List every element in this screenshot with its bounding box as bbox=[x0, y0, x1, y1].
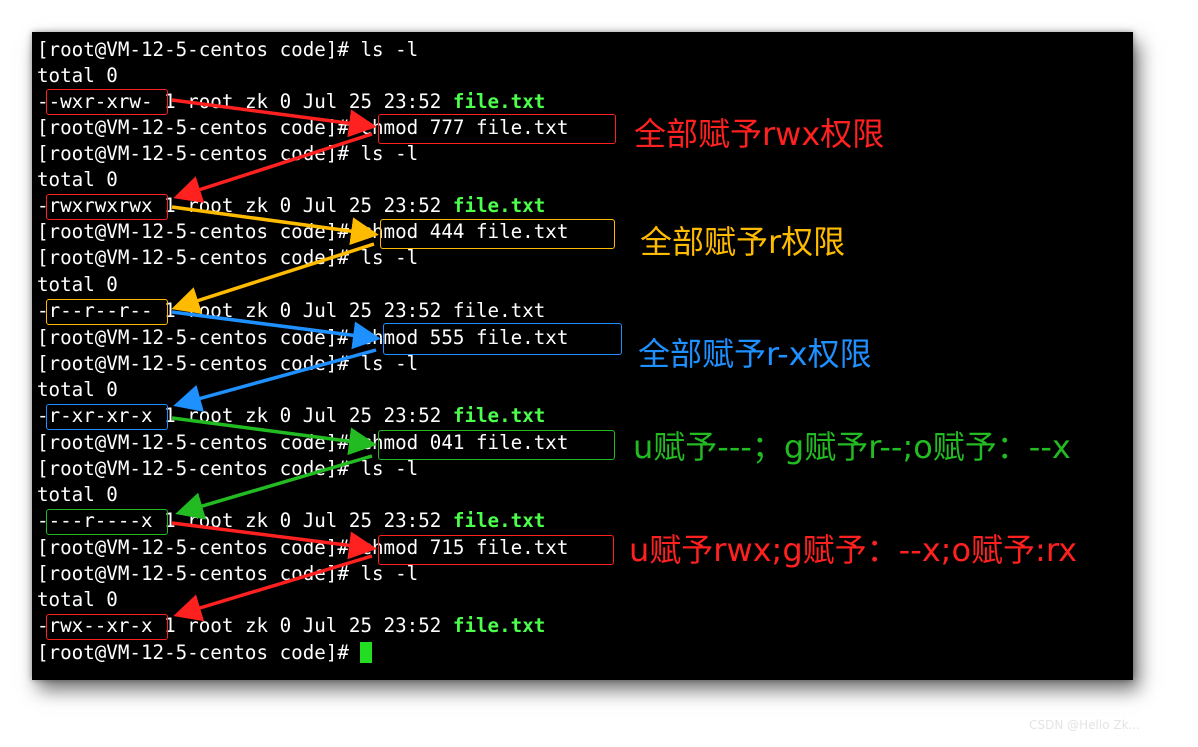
terminal-line: total 0 bbox=[37, 483, 118, 506]
command-highlight-box bbox=[378, 535, 614, 565]
terminal-line: total 0 bbox=[37, 378, 118, 401]
command-highlight-box bbox=[378, 430, 615, 460]
file-name: file.txt bbox=[452, 404, 546, 427]
file-name: file.txt bbox=[452, 90, 546, 113]
annotation-note: u赋予rwx;g赋予：--x;o赋予:rx bbox=[629, 531, 1078, 569]
command-highlight-box bbox=[380, 219, 615, 249]
permission-highlight-box bbox=[46, 404, 168, 430]
terminal-line: [root@VM-12-5-centos code]# ls -l bbox=[37, 38, 419, 61]
permission-highlight-box bbox=[46, 89, 168, 115]
terminal-line: [root@VM-12-5-centos code]# ls -l bbox=[37, 562, 419, 585]
terminal-line: total 0 bbox=[37, 273, 118, 296]
terminal-line: [root@VM-12-5-centos code]# ls -l bbox=[37, 246, 419, 269]
annotation-note: u赋予---；g赋予r--;o赋予：--x bbox=[633, 428, 1071, 466]
permission-highlight-box bbox=[46, 509, 168, 535]
command-highlight-box bbox=[378, 114, 616, 144]
permission-highlight-box bbox=[46, 299, 168, 325]
watermark: CSDN @Hello Zk... bbox=[1029, 718, 1140, 732]
permission-highlight-box bbox=[46, 614, 168, 640]
terminal-line: total 0 bbox=[37, 64, 118, 87]
terminal-line: total 0 bbox=[37, 168, 118, 191]
file-name: file.txt bbox=[452, 194, 546, 217]
terminal-line: [root@VM-12-5-centos code]# ls -l bbox=[37, 142, 419, 165]
annotation-note: 全部赋予rwx权限 bbox=[634, 115, 885, 153]
terminal-line: total 0 bbox=[37, 588, 118, 611]
annotation-note: 全部赋予r-x权限 bbox=[638, 335, 872, 373]
terminal-cursor[interactable] bbox=[360, 642, 373, 663]
terminal-line: [root@VM-12-5-centos code]# ls -l bbox=[37, 352, 419, 375]
file-name: file.txt bbox=[452, 509, 546, 532]
command-highlight-box bbox=[383, 323, 622, 355]
annotation-note: 全部赋予r权限 bbox=[640, 223, 846, 261]
permission-highlight-box bbox=[46, 194, 168, 220]
file-name: file.txt bbox=[452, 614, 546, 637]
file-name: file.txt bbox=[452, 299, 546, 322]
terminal-line: [root@VM-12-5-centos code]# ls -l bbox=[37, 457, 419, 480]
terminal-line: [root@VM-12-5-centos code]# bbox=[37, 640, 373, 666]
